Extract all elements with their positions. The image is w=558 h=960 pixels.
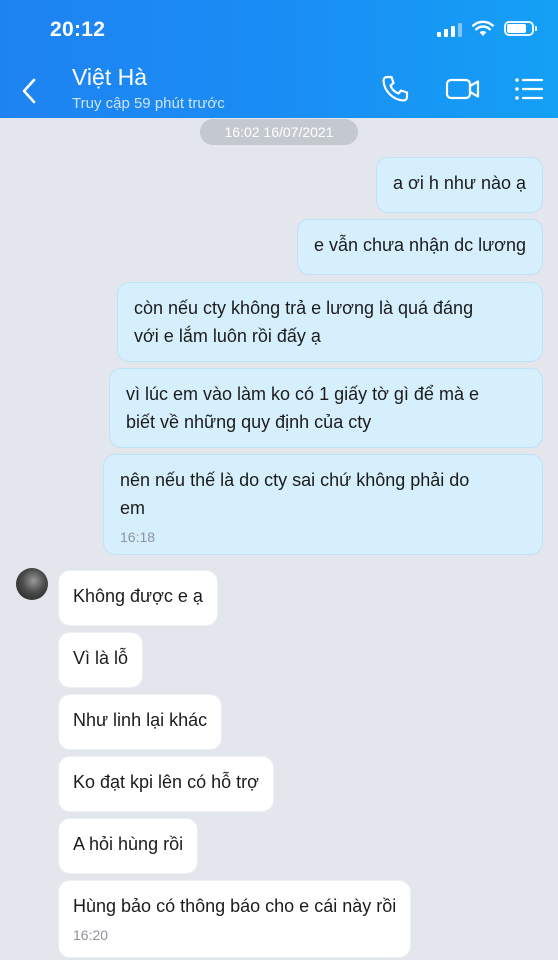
voice-call-button[interactable] xyxy=(378,72,412,106)
chat-header: 20:12 Việt Hà Truy cập 59 phút trước xyxy=(0,0,558,118)
video-call-button[interactable] xyxy=(444,72,482,106)
incoming-message[interactable]: A hỏi hùng rồi xyxy=(58,818,199,874)
incoming-message[interactable]: Ko đạt kpi lên có hỗ trợ xyxy=(58,756,274,812)
incoming-message[interactable]: Không được e ạ xyxy=(58,570,218,626)
outgoing-message[interactable]: vì lúc em vào làm ko có 1 giấy tờ gì để … xyxy=(109,368,543,448)
wifi-icon xyxy=(472,20,494,36)
incoming-message[interactable]: Như linh lại khác xyxy=(58,694,223,750)
cellular-signal-icon xyxy=(437,21,462,37)
message-time: 16:18 xyxy=(120,529,156,545)
message-text: a ơi h như nào ạ xyxy=(393,173,526,193)
message-text: A hỏi hùng rồi xyxy=(73,834,184,854)
incoming-message[interactable]: Hùng bảo có thông báo cho e cái này rồi … xyxy=(58,880,412,958)
contact-name[interactable]: Việt Hà xyxy=(72,64,147,91)
message-text: e vẫn chưa nhận dc lương xyxy=(313,235,526,255)
battery-icon xyxy=(504,21,537,36)
options-menu-button[interactable] xyxy=(512,72,546,106)
outgoing-message[interactable]: nên nếu thế là do cty sai chứ không phải… xyxy=(103,454,543,555)
message-text: Không được e ạ xyxy=(73,586,203,606)
contact-last-seen: Truy cập 59 phút trước xyxy=(72,95,225,112)
message-text: Ko đạt kpi lên có hỗ trợ xyxy=(73,772,259,792)
chevron-left-icon xyxy=(22,78,36,104)
outgoing-message[interactable]: còn nếu cty không trả e lương là quá đán… xyxy=(117,282,543,362)
date-separator: 16:02 16/07/2021 xyxy=(200,119,358,145)
outgoing-message[interactable]: e vẫn chưa nhận dc lương xyxy=(296,219,543,275)
message-text: Như linh lại khác xyxy=(73,710,208,730)
contact-avatar[interactable] xyxy=(16,568,48,600)
battery-level xyxy=(507,24,526,33)
message-text: vì lúc em vào làm ko có 1 giấy tờ gì để … xyxy=(126,384,479,432)
back-button[interactable] xyxy=(16,74,44,108)
status-bar-time: 20:12 xyxy=(50,18,106,41)
phone-icon xyxy=(382,75,409,102)
video-camera-icon xyxy=(445,78,480,100)
message-text: Vì là lỗ xyxy=(73,648,129,668)
incoming-message[interactable]: Vì là lỗ xyxy=(58,632,144,688)
list-menu-icon xyxy=(515,78,544,100)
status-bar-icons xyxy=(437,20,537,37)
message-text: còn nếu cty không trả e lương là quá đán… xyxy=(134,298,474,346)
message-text: nên nếu thế là do cty sai chứ không phải… xyxy=(120,470,470,518)
outgoing-message[interactable]: a ơi h như nào ạ xyxy=(376,157,543,213)
message-text: Hùng bảo có thông báo cho e cái này rồi xyxy=(73,896,397,916)
message-time: 16:20 xyxy=(73,927,109,943)
